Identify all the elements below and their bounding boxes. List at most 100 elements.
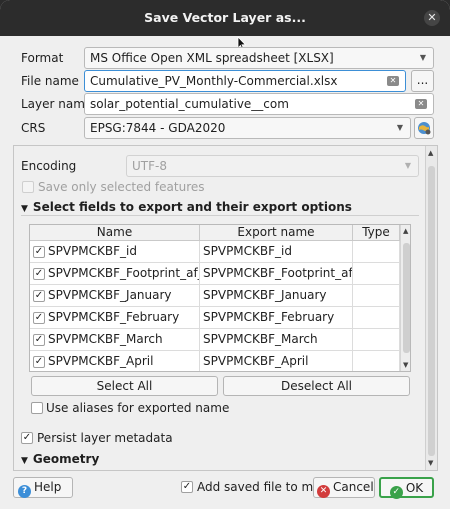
field-checkbox[interactable]: ✓ — [33, 290, 45, 302]
field-name: SPVPMCKBF_Footprint_af_id — [48, 266, 200, 280]
fields-table[interactable]: Name Export name Type ✓ SPVPMCKBF_id SPV… — [29, 224, 411, 372]
scrollbar-thumb[interactable] — [403, 243, 410, 353]
add-to-map-checkbox[interactable]: ✓ — [181, 481, 193, 493]
help-button[interactable]: ? Help — [13, 477, 73, 498]
field-checkbox[interactable]: ✓ — [33, 312, 45, 324]
deselect-all-button[interactable]: Deselect All — [223, 376, 410, 396]
layername-label: Layer name — [21, 97, 93, 111]
export-name-cell[interactable]: SPVPMCKBF_February — [200, 307, 353, 329]
geometry-section-label: Geometry — [32, 452, 100, 466]
type-cell[interactable] — [353, 307, 400, 329]
options-scrollbar[interactable]: ▲ ▼ — [425, 146, 437, 470]
format-label: Format — [21, 51, 64, 65]
table-row[interactable]: ✓ SPVPMCKBF_February SPVPMCKBF_February — [30, 307, 400, 329]
filename-input[interactable]: Cumulative_PV_Monthly-Commercial.xlsx ✕ — [84, 70, 406, 92]
ok-label: OK — [405, 481, 424, 495]
field-name: SPVPMCKBF_February — [48, 310, 180, 324]
close-icon[interactable]: ✕ — [424, 10, 440, 26]
name-cell: ✓ SPVPMCKBF_April — [30, 351, 200, 371]
table-header: Name Export name Type — [30, 225, 400, 241]
export-name-cell[interactable]: SPVPMCKBF_Footprint_af_id — [200, 263, 353, 285]
layername-value: solar_potential_cumulative__com — [90, 97, 289, 111]
export-name-cell[interactable]: SPVPMCKBF_January — [200, 285, 353, 307]
ok-button[interactable]: ✓ OK — [379, 477, 434, 499]
scroll-up-icon[interactable]: ▲ — [403, 227, 408, 235]
clear-icon[interactable]: ✕ — [415, 99, 427, 109]
save-vector-layer-dialog: Save Vector Layer as... ✕ Format MS Offi… — [0, 0, 450, 509]
crs-label: CRS — [21, 121, 46, 135]
scroll-up-icon[interactable]: ▲ — [428, 149, 433, 157]
window-title: Save Vector Layer as... — [144, 10, 306, 25]
name-cell: ✓ SPVPMCKBF_Footprint_af_id — [30, 263, 200, 285]
scroll-down-icon[interactable]: ▼ — [428, 459, 433, 467]
name-cell: ✓ SPVPMCKBF_January — [30, 285, 200, 307]
crs-selector-button[interactable] — [414, 117, 434, 139]
type-cell[interactable] — [353, 351, 400, 371]
name-cell: ✓ SPVPMCKBF_February — [30, 307, 200, 329]
persist-metadata-checkbox[interactable]: ✓ — [21, 432, 33, 444]
type-cell[interactable] — [353, 285, 400, 307]
ok-icon: ✓ — [389, 486, 403, 499]
filename-label: File name — [21, 74, 79, 88]
table-row[interactable]: ✓ SPVPMCKBF_January SPVPMCKBF_January — [30, 285, 400, 307]
browse-button[interactable]: ... — [411, 70, 434, 92]
column-header-export[interactable]: Export name — [200, 225, 353, 241]
filename-value: Cumulative_PV_Monthly-Commercial.xlsx — [90, 74, 338, 88]
export-name-cell[interactable]: SPVPMCKBF_id — [200, 241, 353, 263]
format-value: MS Office Open XML spreadsheet [XLSX] — [90, 51, 334, 65]
export-name-cell[interactable]: SPVPMCKBF_April — [200, 351, 353, 371]
name-cell: ✓ SPVPMCKBF_March — [30, 329, 200, 351]
field-name: SPVPMCKBF_March — [48, 332, 163, 346]
cancel-button[interactable]: ✕ Cancel — [313, 477, 375, 498]
table-row[interactable]: ✓ SPVPMCKBF_April SPVPMCKBF_April — [30, 351, 400, 371]
cancel-label: Cancel — [333, 480, 374, 494]
fields-section-header[interactable]: ▼ Select fields to export and their expor… — [21, 200, 352, 214]
field-name: SPVPMCKBF_id — [48, 244, 137, 258]
save-selected-label: Save only selected features — [38, 180, 205, 194]
expand-triangle-icon: ▼ — [21, 456, 28, 466]
table-row[interactable]: ✓ SPVPMCKBF_March SPVPMCKBF_March — [30, 329, 400, 351]
save-selected-checkbox[interactable] — [22, 181, 34, 193]
expand-triangle-icon: ▼ — [21, 204, 28, 214]
table-row[interactable]: ✓ SPVPMCKBF_id SPVPMCKBF_id — [30, 241, 400, 263]
type-cell[interactable] — [353, 263, 400, 285]
column-header-type[interactable]: Type — [353, 225, 400, 241]
name-cell: ✓ SPVPMCKBF_id — [30, 241, 200, 263]
add-to-map-label: Add saved file to map — [197, 480, 329, 494]
table-scrollbar[interactable]: ▲ ▼ — [400, 225, 410, 371]
field-name: SPVPMCKBF_April — [48, 354, 154, 368]
help-icon: ? — [18, 485, 31, 498]
title-bar: Save Vector Layer as... ✕ — [0, 0, 450, 36]
aliases-checkbox[interactable] — [31, 402, 43, 414]
fields-section-label: Select fields to export and their export… — [32, 200, 352, 214]
field-checkbox[interactable]: ✓ — [33, 334, 45, 346]
chevron-down-icon: ▼ — [396, 123, 403, 132]
help-label: Help — [34, 480, 62, 494]
field-checkbox[interactable]: ✓ — [33, 268, 45, 280]
geometry-section-header[interactable]: ▼ Geometry — [21, 452, 99, 466]
clear-icon[interactable]: ✕ — [387, 76, 399, 86]
section-divider — [21, 215, 419, 216]
table-row[interactable]: ✓ SPVPMCKBF_Footprint_af_id SPVPMCKBF_Fo… — [30, 263, 400, 285]
type-cell[interactable] — [353, 329, 400, 351]
column-header-name[interactable]: Name — [30, 225, 200, 241]
encoding-select[interactable]: UTF-8 ▼ — [126, 155, 419, 177]
select-all-button[interactable]: Select All — [31, 376, 218, 396]
field-checkbox[interactable]: ✓ — [33, 356, 45, 368]
persist-metadata-label: Persist layer metadata — [37, 431, 173, 445]
encoding-label: Encoding — [21, 159, 77, 173]
encoding-value: UTF-8 — [132, 159, 167, 173]
aliases-label: Use aliases for exported name — [46, 401, 230, 415]
layername-input[interactable]: solar_potential_cumulative__com ✕ — [84, 93, 434, 115]
chevron-down-icon: ▼ — [404, 161, 411, 170]
format-select[interactable]: MS Office Open XML spreadsheet [XLSX] ▼ — [84, 47, 434, 69]
scroll-down-icon[interactable]: ▼ — [403, 361, 408, 369]
export-name-cell[interactable]: SPVPMCKBF_March — [200, 329, 353, 351]
crs-value: EPSG:7844 - GDA2020 — [90, 121, 226, 135]
cancel-icon: ✕ — [317, 485, 330, 498]
field-checkbox[interactable]: ✓ — [33, 246, 45, 258]
type-cell[interactable] — [353, 241, 400, 263]
scrollbar-thumb[interactable] — [428, 166, 435, 456]
crs-select[interactable]: EPSG:7844 - GDA2020 ▼ — [84, 117, 411, 139]
field-name: SPVPMCKBF_January — [48, 288, 172, 302]
